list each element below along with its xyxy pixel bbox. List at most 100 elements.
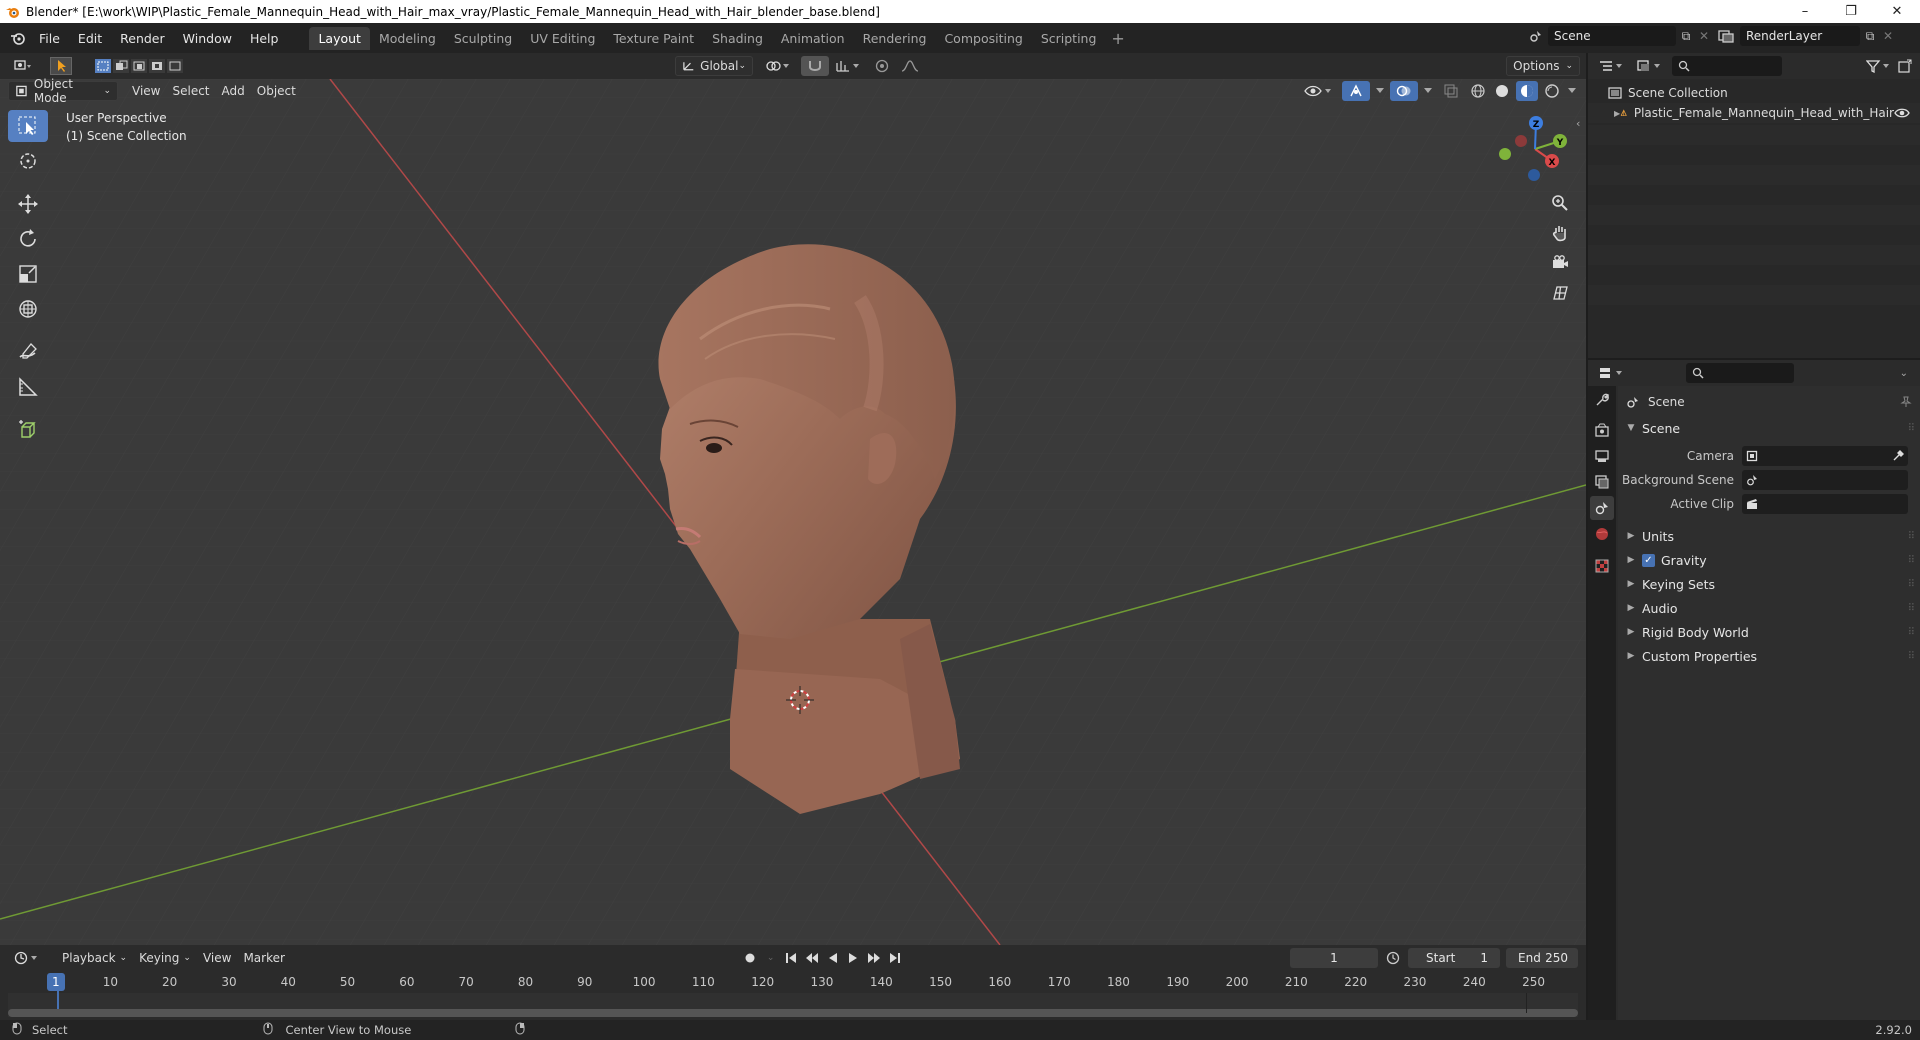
menu-edit[interactable]: Edit xyxy=(69,31,111,46)
panel-drag-handle-icon[interactable]: ⠿ xyxy=(1908,531,1915,542)
menu-help[interactable]: Help xyxy=(241,31,288,46)
outliner-row-scene-collection[interactable]: Scene Collection xyxy=(1588,83,1920,103)
shading-rendered-icon[interactable] xyxy=(1542,81,1562,101)
overlays-dropdown-icon[interactable] xyxy=(1422,81,1434,101)
overlays-toggle-icon[interactable] xyxy=(1390,81,1418,101)
gizmo-dropdown-icon[interactable] xyxy=(1374,81,1386,101)
3d-viewport[interactable]: Global ⌄ Options ⌄ Object Mode ⌄ View Se… xyxy=(0,53,1586,945)
panel-drag-handle-icon[interactable]: ⠿ xyxy=(1908,423,1915,434)
panel-drag-handle-icon[interactable]: ⠿ xyxy=(1908,627,1915,638)
preview-range-clock-icon[interactable] xyxy=(1384,951,1402,965)
camera-field[interactable] xyxy=(1742,446,1908,466)
filter-funnel-icon[interactable] xyxy=(1866,59,1892,73)
panel-drag-handle-icon[interactable]: ⠿ xyxy=(1908,651,1915,662)
remove-view-layer-icon[interactable]: ✕ xyxy=(1880,29,1896,43)
view-layer-icon[interactable] xyxy=(1712,29,1740,43)
tab-animation[interactable]: Animation xyxy=(772,27,854,50)
outliner-search-input[interactable] xyxy=(1672,56,1782,76)
gizmo-neg-x-icon[interactable] xyxy=(1515,135,1527,147)
jump-keyframe-forward-icon[interactable] xyxy=(864,948,884,968)
blender-menu-icon[interactable] xyxy=(6,23,30,53)
tab-shading[interactable]: Shading xyxy=(703,27,772,50)
playhead-frame-badge[interactable]: 1 xyxy=(47,973,65,991)
zoom-magnifier-icon[interactable] xyxy=(1546,189,1574,217)
frame-ruler[interactable]: 10 20 30 40 50 60 70 80 90 100 110 120 130 140 150 160 1… xyxy=(8,973,1578,993)
shading-material-icon[interactable] xyxy=(1516,81,1538,101)
scene-panel-header[interactable]: ▼ Scene ⠿ xyxy=(1618,416,1920,440)
remove-scene-icon[interactable]: ✕ xyxy=(1696,29,1712,43)
viewport-menu-select[interactable]: Select xyxy=(166,81,215,101)
pivot-point-dropdown[interactable] xyxy=(759,56,797,76)
close-button[interactable]: ✕ xyxy=(1874,0,1920,23)
annotate-tool[interactable] xyxy=(8,336,48,368)
transform-tool[interactable] xyxy=(8,293,48,325)
current-frame-field[interactable]: 1 xyxy=(1290,948,1378,968)
panel-gravity[interactable]: ▶ ✓ Gravity ⠿ xyxy=(1618,548,1920,572)
panel-keying-sets[interactable]: ▶ Keying Sets ⠿ xyxy=(1618,572,1920,596)
visibility-eye-icon[interactable] xyxy=(1298,81,1338,101)
snap-target-dropdown[interactable] xyxy=(829,56,867,76)
snap-toggle[interactable] xyxy=(801,56,829,76)
view-layer-field[interactable]: RenderLayer xyxy=(1740,26,1860,46)
timeline-menu-playback[interactable]: Playback ⌄ xyxy=(56,948,133,968)
add-cube-tool[interactable] xyxy=(8,414,48,446)
panel-drag-handle-icon[interactable]: ⠿ xyxy=(1908,579,1915,590)
maximize-button[interactable]: ❐ xyxy=(1828,0,1874,23)
proportional-falloff-dropdown[interactable] xyxy=(895,56,929,76)
panel-custom-properties[interactable]: ▶ Custom Properties ⠿ xyxy=(1618,644,1920,668)
shading-solid-icon[interactable] xyxy=(1492,81,1512,101)
camera-view-icon[interactable] xyxy=(1546,249,1574,277)
tab-sculpting[interactable]: Sculpting xyxy=(445,27,521,50)
new-scene-icon[interactable]: ⧉ xyxy=(1676,29,1696,44)
tab-layout[interactable]: Layout xyxy=(309,26,370,50)
menu-file[interactable]: File xyxy=(30,31,69,46)
xray-toggle-icon[interactable] xyxy=(1438,81,1464,101)
measure-tool[interactable] xyxy=(8,371,48,403)
world-tab-icon[interactable] xyxy=(1590,522,1614,546)
panel-units[interactable]: ▶ Units ⠿ xyxy=(1618,524,1920,548)
timeline-editor-type-button[interactable] xyxy=(8,948,48,968)
tab-modeling[interactable]: Modeling xyxy=(370,27,445,50)
move-tool[interactable] xyxy=(8,188,48,220)
panel-drag-handle-icon[interactable]: ⠿ xyxy=(1908,603,1915,614)
tab-uv-editing[interactable]: UV Editing xyxy=(521,27,604,50)
render-tab-icon[interactable] xyxy=(1590,418,1614,442)
new-collection-icon[interactable] xyxy=(1898,59,1912,73)
new-view-layer-icon[interactable]: ⧉ xyxy=(1860,29,1880,44)
properties-options-dropdown-icon[interactable]: ⌄ xyxy=(1900,368,1908,379)
viewport-scene[interactable] xyxy=(0,79,1586,945)
shading-dropdown-icon[interactable] xyxy=(1566,81,1578,101)
properties-search-input[interactable] xyxy=(1686,363,1794,383)
properties-editor-type-icon[interactable] xyxy=(1598,366,1626,380)
viewport-menu-object[interactable]: Object xyxy=(251,81,302,101)
gizmo-neg-y-icon[interactable] xyxy=(1499,148,1511,160)
outliner-editor-type-icon[interactable] xyxy=(1598,59,1626,73)
texture-tab-icon[interactable] xyxy=(1590,554,1614,578)
proportional-editing-toggle[interactable] xyxy=(869,56,895,76)
play-icon[interactable] xyxy=(844,948,862,968)
shading-wireframe-icon[interactable] xyxy=(1468,81,1488,101)
view-layer-tab-icon[interactable] xyxy=(1590,470,1614,494)
pin-icon[interactable] xyxy=(1900,396,1912,408)
select-box-tool[interactable] xyxy=(8,110,48,142)
rotate-tool[interactable] xyxy=(8,223,48,255)
select-tool-button[interactable] xyxy=(44,56,78,76)
auto-key-dropdown-icon[interactable]: ⌄ xyxy=(761,948,781,968)
scene-name-field[interactable]: Scene xyxy=(1548,26,1676,46)
start-frame-field[interactable]: Start 1 xyxy=(1408,948,1500,968)
tab-scripting[interactable]: Scripting xyxy=(1032,27,1106,50)
panel-drag-handle-icon[interactable]: ⠿ xyxy=(1908,555,1915,566)
tab-rendering[interactable]: Rendering xyxy=(854,27,936,50)
timeline-scrollbar[interactable] xyxy=(8,1009,1578,1017)
add-workspace-button[interactable]: + xyxy=(1105,29,1130,48)
jump-keyframe-back-icon[interactable] xyxy=(802,948,822,968)
pan-hand-icon[interactable] xyxy=(1546,219,1574,247)
end-frame-field[interactable]: End 250 xyxy=(1506,948,1578,968)
panel-rigid-body-world[interactable]: ▶ Rigid Body World ⠿ xyxy=(1618,620,1920,644)
scene-tab-icon[interactable] xyxy=(1590,496,1614,520)
record-keyframe-icon[interactable] xyxy=(741,948,759,968)
selection-mode-buttons[interactable] xyxy=(88,56,190,76)
panel-audio[interactable]: ▶ Audio ⠿ xyxy=(1618,596,1920,620)
options-dropdown[interactable]: Options ⌄ xyxy=(1506,56,1580,76)
tool-settings-tab-icon[interactable] xyxy=(1590,388,1614,412)
